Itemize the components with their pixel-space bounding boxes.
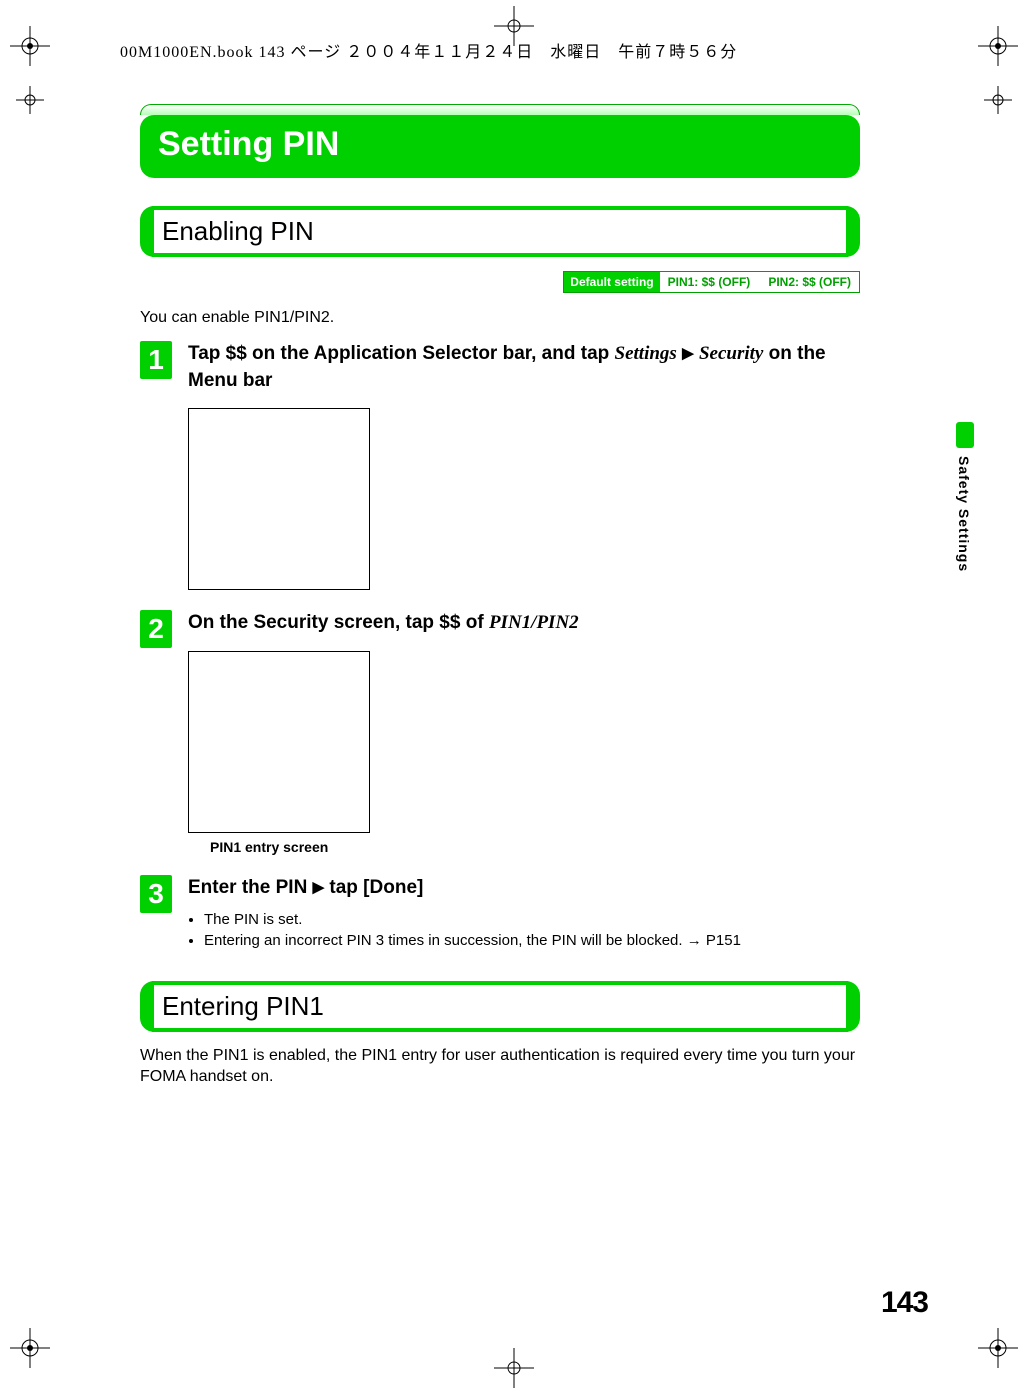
step-title: On the Security screen, tap $$ of PIN1/P…	[188, 610, 860, 637]
chapter-tab-label: Safety Settings	[956, 456, 972, 572]
step-number: 2	[140, 610, 172, 648]
step-bullet: The PIN is set.	[204, 911, 860, 928]
section-heading: Enabling PIN	[162, 216, 838, 247]
section-entering-pin1: Entering PIN1	[140, 981, 860, 1032]
page-number: 143	[881, 1286, 928, 1320]
step-title: Enter the PIN ▶ tap [Done]	[188, 875, 860, 902]
step-3: 3 Enter the PIN ▶ tap [Done] The PIN is …	[140, 875, 860, 954]
main-title-block: Setting PIN	[140, 104, 860, 178]
crop-mark-icon	[10, 26, 50, 66]
chapter-tab-color	[956, 422, 974, 448]
screenshot-placeholder	[188, 651, 370, 833]
print-header-line: 00M1000EN.book 143 ページ ２００４年１１月２４日 水曜日 午…	[120, 38, 737, 62]
crop-mark-icon	[10, 1328, 50, 1368]
right-arrow-icon: ▶	[313, 877, 325, 898]
section-heading: Entering PIN1	[162, 991, 838, 1022]
screenshot-caption: PIN1 entry screen	[210, 839, 860, 855]
crop-mark-icon	[984, 86, 1012, 114]
page-title: Setting PIN	[158, 125, 842, 164]
default-setting-box: Default setting PIN1: $$ (OFF) PIN2: $$ …	[563, 271, 860, 293]
intro-text: You can enable PIN1/PIN2.	[140, 309, 860, 327]
step-title: Tap $$ on the Application Selector bar, …	[188, 341, 860, 394]
crop-mark-icon	[494, 1348, 534, 1388]
step-bullet-list: The PIN is set. Entering an incorrect PI…	[188, 911, 860, 949]
crop-mark-icon	[978, 26, 1018, 66]
crop-mark-icon	[978, 1328, 1018, 1368]
section-enabling-pin: Enabling PIN	[140, 206, 860, 257]
step-number: 1	[140, 341, 172, 379]
default-setting-value: PIN1: $$ (OFF)	[668, 275, 751, 289]
right-arrow-icon: ▶	[682, 343, 694, 364]
screenshot-placeholder	[188, 408, 370, 590]
crop-mark-icon	[16, 86, 44, 114]
step-number: 3	[140, 875, 172, 913]
step-1: 1 Tap $$ on the Application Selector bar…	[140, 341, 860, 590]
chapter-tab: Safety Settings	[956, 422, 974, 572]
step-2: 2 On the Security screen, tap $$ of PIN1…	[140, 610, 860, 855]
step-bullet: Entering an incorrect PIN 3 times in suc…	[204, 932, 860, 949]
default-setting-value: PIN2: $$ (OFF)	[768, 275, 851, 289]
body-text: When the PIN1 is enabled, the PIN1 entry…	[140, 1046, 860, 1088]
default-setting-label: Default setting	[564, 272, 659, 292]
